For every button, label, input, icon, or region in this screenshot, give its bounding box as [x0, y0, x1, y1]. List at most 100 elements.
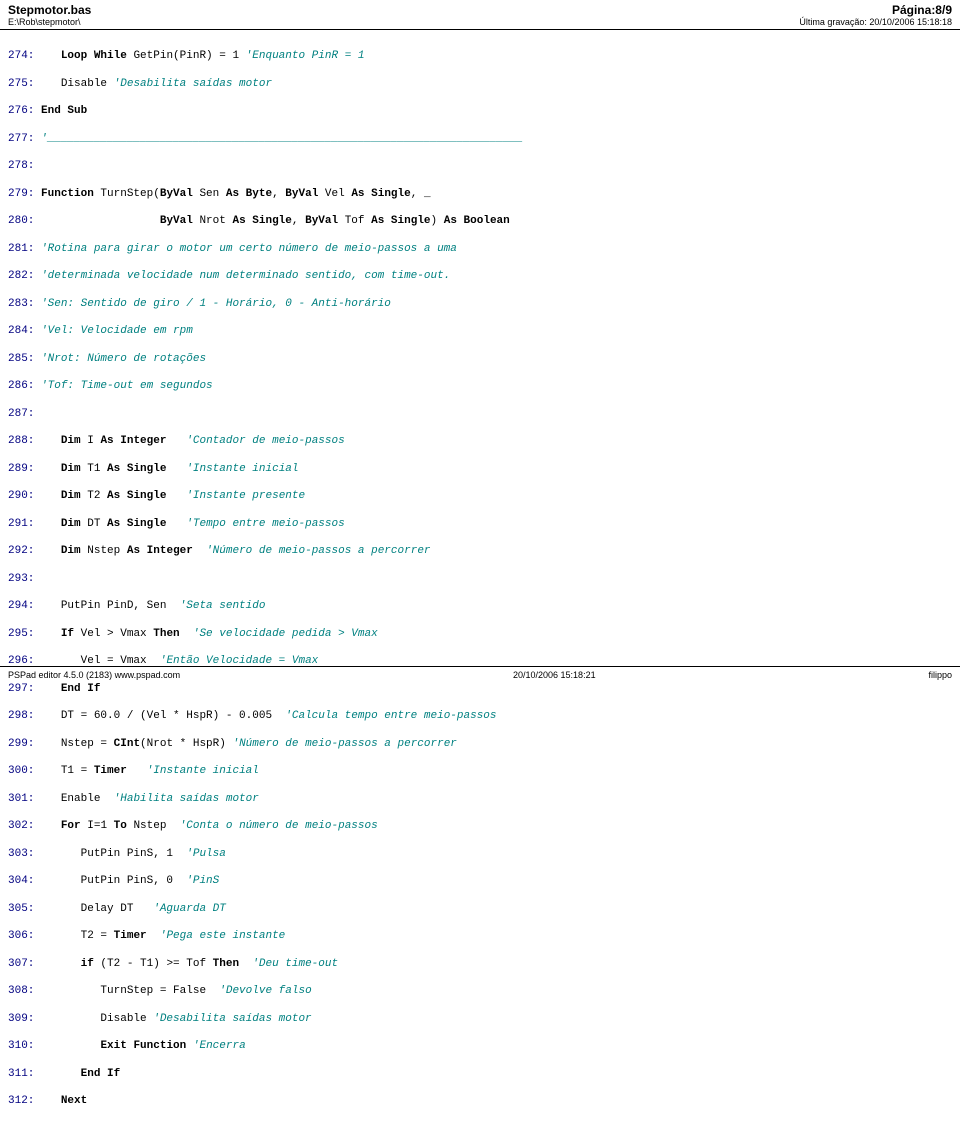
code-text: T1 = [41, 765, 94, 777]
comment: 'Habilita saídas motor [114, 793, 259, 805]
code-text: Vel > Vmax [74, 628, 153, 640]
code-line: 286: 'Tof: Time-out em segundos [8, 380, 952, 394]
code-text: Nstep [81, 545, 127, 557]
code-text [41, 628, 61, 640]
code-text: Nstep [127, 820, 180, 832]
keyword: As Integer [127, 545, 193, 557]
code-text: PutPin PinD, Sen [41, 600, 180, 612]
keyword: Next [61, 1095, 87, 1107]
code-line: 279: Function TurnStep(ByVal Sen As Byte… [8, 188, 952, 202]
code-text: Disable [41, 1013, 153, 1025]
code-line: 308: TurnStep = False 'Devolve falso [8, 985, 952, 999]
code-area: 274: Loop While GetPin(PinR) = 1 'Enquan… [0, 30, 960, 1131]
comment: 'Devolve falso [219, 985, 311, 997]
line-number: 309: [8, 1013, 41, 1025]
code-line: 310: Exit Function 'Encerra [8, 1040, 952, 1054]
keyword: Dim [61, 545, 81, 557]
keyword: End Sub [41, 105, 87, 117]
comment: 'Encerra [193, 1040, 246, 1052]
code-line: 306: T2 = Timer 'Pega este instante [8, 930, 952, 944]
code-text [41, 490, 61, 502]
line-number: 295: [8, 628, 41, 640]
code-line: 304: PutPin PinS, 0 'PinS [8, 875, 952, 889]
keyword: Function [41, 188, 94, 200]
header-left: Stepmotor.bas E:\Rob\stepmotor\ [8, 3, 91, 27]
code-text [166, 435, 186, 447]
code-text [166, 490, 186, 502]
comment: 'Desabilita saídas motor [114, 78, 272, 90]
code-text: (Nrot * HspR) [140, 738, 232, 750]
comment: 'Se velocidade pedida > Vmax [193, 628, 378, 640]
code-line: 309: Disable 'Desabilita saídas motor [8, 1013, 952, 1027]
code-text: T1 [81, 463, 107, 475]
keyword: ByVal [160, 215, 193, 227]
keyword: Timer [94, 765, 127, 777]
code-text [41, 683, 61, 695]
line-number: 287: [8, 408, 41, 420]
code-text [41, 435, 61, 447]
code-line: 274: Loop While GetPin(PinR) = 1 'Enquan… [8, 50, 952, 64]
line-number: 289: [8, 463, 41, 475]
code-line: 284: 'Vel: Velocidade em rpm [8, 325, 952, 339]
keyword: If [61, 628, 74, 640]
line-number: 297: [8, 683, 41, 695]
file-path: E:\Rob\stepmotor\ [8, 17, 91, 27]
code-text [166, 518, 186, 530]
comment: 'Aguarda DT [153, 903, 226, 915]
code-text: DT [81, 518, 107, 530]
page-number: Página:8/9 [799, 3, 952, 17]
code-text: , [292, 215, 305, 227]
comment: 'Rotina para girar o motor um certo núme… [41, 243, 457, 255]
comment: 'Tempo entre meio-passos [186, 518, 344, 530]
code-text [41, 1095, 61, 1107]
code-text: , _ [411, 188, 431, 200]
code-text [41, 518, 61, 530]
code-text [41, 958, 81, 970]
line-number: 312: [8, 1095, 41, 1107]
keyword: As Integer [100, 435, 166, 447]
line-number: 279: [8, 188, 41, 200]
keyword: As Single [371, 215, 430, 227]
code-line: 277: '__________________________________… [8, 133, 952, 147]
line-number: 285: [8, 353, 41, 365]
line-number: 293: [8, 573, 41, 585]
code-line: 278: [8, 160, 952, 174]
code-text: T2 [81, 490, 107, 502]
code-text: Nstep = [41, 738, 114, 750]
comment: 'Conta o número de meio-passos [180, 820, 378, 832]
line-number: 277: [8, 133, 41, 145]
code-line: 297: End If [8, 683, 952, 697]
line-number: 286: [8, 380, 41, 392]
code-line: 302: For I=1 To Nstep 'Conta o número de… [8, 820, 952, 834]
code-line: 283: 'Sen: Sentido de giro / 1 - Horário… [8, 298, 952, 312]
code-text: DT = 60.0 / (Vel * HspR) - 0.005 [41, 710, 285, 722]
line-number: 304: [8, 875, 41, 887]
comment: 'Pulsa [186, 848, 226, 860]
code-line: 292: Dim Nstep As Integer 'Número de mei… [8, 545, 952, 559]
code-line: 285: 'Nrot: Número de rotações [8, 353, 952, 367]
line-number: 288: [8, 435, 41, 447]
comment: 'Desabilita saídas motor [153, 1013, 311, 1025]
keyword: As Single [107, 463, 166, 475]
comment: 'Número de meio-passos a percorrer [232, 738, 456, 750]
keyword: Dim [61, 518, 81, 530]
line-number: 290: [8, 490, 41, 502]
line-number: 294: [8, 600, 41, 612]
code-line: 282: 'determinada velocidade num determi… [8, 270, 952, 284]
code-text: TurnStep = False [41, 985, 219, 997]
code-text: Vel [318, 188, 351, 200]
keyword: As Single [107, 490, 166, 502]
code-text [180, 628, 193, 640]
keyword: Dim [61, 435, 81, 447]
comment: 'Seta sentido [180, 600, 266, 612]
code-text: Sen [193, 188, 226, 200]
line-number: 310: [8, 1040, 41, 1052]
keyword: To [114, 820, 127, 832]
keyword: Then [153, 628, 179, 640]
comment: 'Contador de meio-passos [186, 435, 344, 447]
line-number: 276: [8, 105, 41, 117]
keyword: ByVal [160, 188, 193, 200]
code-text: PutPin PinS, 1 [41, 848, 186, 860]
code-text [193, 545, 206, 557]
comment: 'determinada velocidade num determinado … [41, 270, 450, 282]
